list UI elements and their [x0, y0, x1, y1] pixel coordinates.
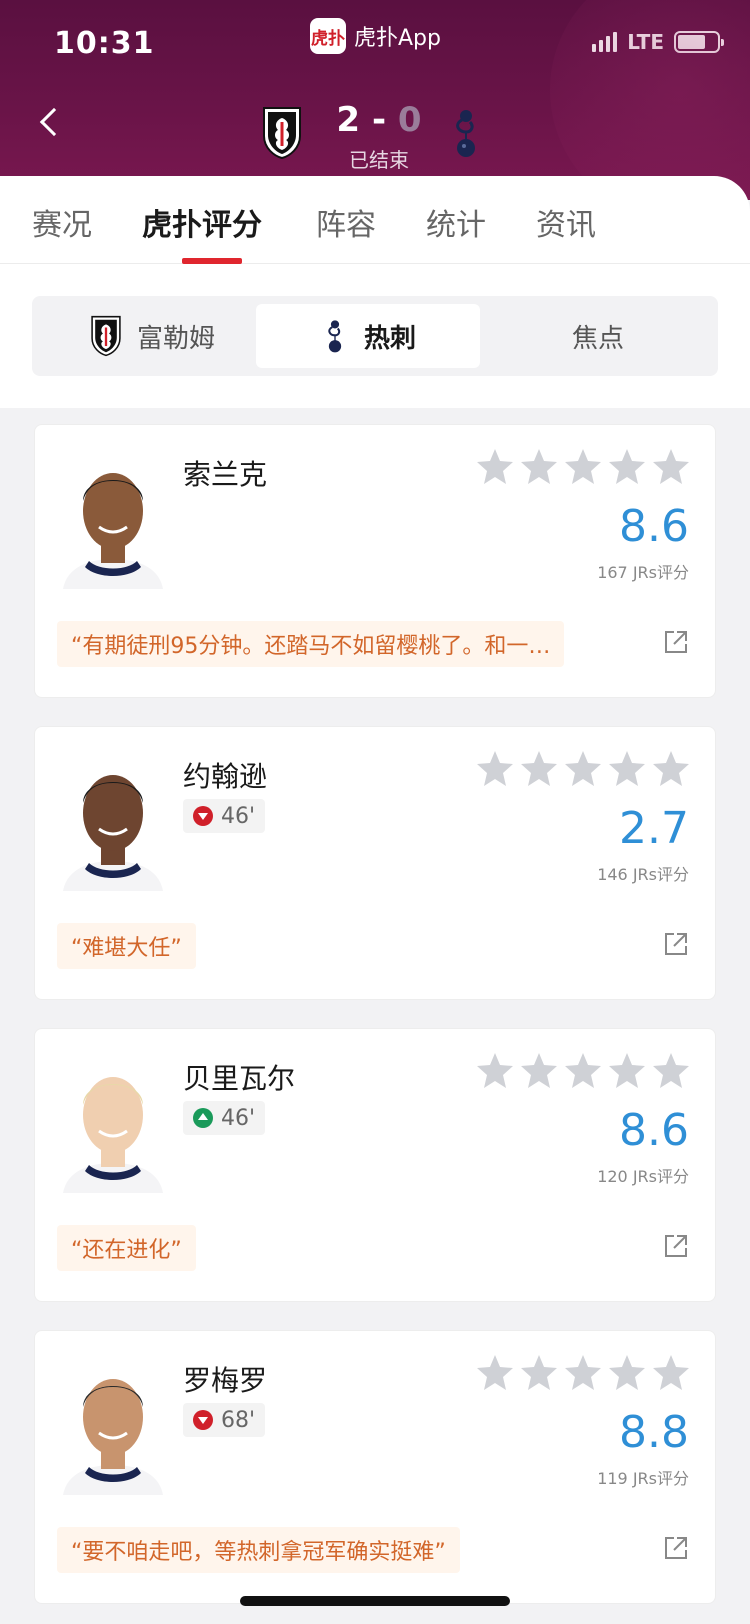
average-rating: 2.7 — [619, 803, 689, 854]
star-icon[interactable] — [563, 1353, 603, 1393]
sub-minute: 46' — [221, 1105, 256, 1131]
match-header: 10:31 虎扑 虎扑App LTE 2 - 0 已结束 — [0, 0, 750, 200]
star-icon[interactable] — [651, 749, 691, 789]
star-icon[interactable] — [519, 1353, 559, 1393]
star-icon[interactable] — [475, 447, 515, 487]
rating-count: 146 JRs评分 — [597, 865, 689, 884]
star-icon[interactable] — [475, 1051, 515, 1091]
share-icon[interactable] — [663, 629, 689, 655]
average-rating: 8.6 — [619, 1105, 689, 1156]
player-name: 索兰克 — [183, 458, 268, 491]
substitution-badge: 46' — [183, 1101, 266, 1135]
star-icon[interactable] — [519, 749, 559, 789]
star-icon[interactable] — [651, 447, 691, 487]
segment-fulham[interactable]: 富勒姆 — [40, 304, 264, 368]
star-icon[interactable] — [607, 447, 647, 487]
segment-focus[interactable]: 焦点 — [486, 304, 710, 368]
rating-count: 167 JRs评分 — [597, 563, 689, 582]
star-icon[interactable] — [475, 1353, 515, 1393]
team-selector: 富勒姆 热刺 焦点 — [32, 296, 718, 376]
star-icon[interactable] — [607, 749, 647, 789]
sub-out-icon — [193, 1410, 213, 1430]
score-separator: - — [371, 100, 387, 140]
match-tabs: 赛况 虎扑评分 阵容 统计 资讯 — [0, 176, 750, 264]
player-rating-card[interactable]: 索兰克 8.6 167 JRs评分 “有期徒刑95分钟。还踏马不如留樱桃了。和一… — [34, 424, 716, 698]
average-rating: 8.8 — [619, 1407, 689, 1458]
app-title: 虎扑App — [354, 26, 441, 51]
sub-minute: 68' — [221, 1407, 256, 1433]
player-avatar[interactable] — [59, 1355, 167, 1495]
top-comment[interactable]: “还在进化” — [57, 1225, 196, 1271]
player-avatar[interactable] — [59, 751, 167, 891]
segment-label: 热刺 — [363, 323, 416, 354]
star-icon[interactable] — [519, 1051, 559, 1091]
sub-out-icon — [193, 806, 213, 826]
segment-label: 焦点 — [571, 323, 624, 354]
average-rating: 8.6 — [619, 501, 689, 552]
top-comment[interactable]: “难堪大任” — [57, 923, 196, 969]
star-rating-input[interactable] — [475, 749, 691, 789]
rating-count: 119 JRs评分 — [597, 1469, 689, 1488]
segment-label: 富勒姆 — [136, 323, 215, 354]
star-rating-input[interactable] — [475, 447, 691, 487]
sub-in-icon — [193, 1108, 213, 1128]
player-rating-card[interactable]: 约翰逊 46' 2.7 146 JRs评分 “难堪大任” — [34, 726, 716, 1000]
share-icon[interactable] — [663, 1233, 689, 1259]
star-icon[interactable] — [475, 749, 515, 789]
star-icon[interactable] — [563, 447, 603, 487]
back-icon[interactable] — [39, 107, 69, 137]
star-icon[interactable] — [651, 1353, 691, 1393]
app-logo-icon: 虎扑 — [310, 18, 346, 54]
rating-count: 120 JRs评分 — [597, 1167, 689, 1186]
status-indicators: LTE — [592, 30, 724, 54]
score: 2 - 0 — [324, 100, 434, 140]
segment-tottenham[interactable]: 热刺 — [256, 304, 480, 368]
top-comment[interactable]: “要不咱走吧，等热刺拿冠军确实挺难” — [57, 1527, 460, 1573]
sub-minute: 46' — [221, 803, 256, 829]
home-indicator — [240, 1596, 510, 1606]
share-icon[interactable] — [663, 1535, 689, 1561]
player-name: 约翰逊 — [183, 760, 268, 793]
scoreboard: 2 - 0 已结束 — [260, 100, 490, 172]
tab-news[interactable]: 资讯 — [536, 200, 596, 244]
signal-icon — [592, 32, 618, 52]
fulham-crest-icon — [91, 315, 121, 357]
team-selector-section: 富勒姆 热刺 焦点 — [0, 264, 750, 408]
home-score: 2 — [336, 100, 361, 140]
player-rating-card[interactable]: 罗梅罗 68' 8.8 119 JRs评分 “要不咱走吧，等热刺拿冠军确实挺难” — [34, 1330, 716, 1604]
substitution-badge: 68' — [183, 1403, 266, 1437]
tottenham-crest-icon — [456, 110, 475, 157]
star-icon[interactable] — [563, 1051, 603, 1091]
star-icon[interactable] — [607, 1353, 647, 1393]
share-icon[interactable] — [663, 931, 689, 957]
player-name: 罗梅罗 — [183, 1364, 268, 1397]
player-name: 贝里瓦尔 — [183, 1062, 296, 1095]
fulham-crest-icon — [263, 107, 301, 160]
player-avatar[interactable] — [59, 1053, 167, 1193]
top-comment[interactable]: “有期徒刑95分钟。还踏马不如留樱桃了。和一… — [57, 621, 565, 667]
tottenham-crest-icon — [328, 320, 342, 353]
network-type: LTE — [627, 30, 664, 54]
player-avatar[interactable] — [59, 449, 167, 589]
match-status: 已结束 — [349, 148, 409, 172]
star-icon[interactable] — [607, 1051, 647, 1091]
star-rating-input[interactable] — [475, 1353, 691, 1393]
player-rating-card[interactable]: 贝里瓦尔 46' 8.6 120 JRs评分 “还在进化” — [34, 1028, 716, 1302]
star-rating-input[interactable] — [475, 1051, 691, 1091]
star-icon[interactable] — [519, 447, 559, 487]
tab-lineup[interactable]: 阵容 — [316, 200, 376, 244]
app-indicator[interactable]: 虎扑 虎扑App — [310, 18, 441, 54]
status-time: 10:31 — [54, 26, 155, 61]
tab-live[interactable]: 赛况 — [32, 200, 92, 244]
star-icon[interactable] — [651, 1051, 691, 1091]
tab-hupu-rating[interactable]: 虎扑评分 — [142, 200, 262, 244]
away-score: 0 — [397, 100, 422, 140]
substitution-badge: 46' — [183, 799, 266, 833]
battery-icon — [674, 31, 724, 53]
star-icon[interactable] — [563, 749, 603, 789]
tab-stats[interactable]: 统计 — [426, 200, 486, 244]
